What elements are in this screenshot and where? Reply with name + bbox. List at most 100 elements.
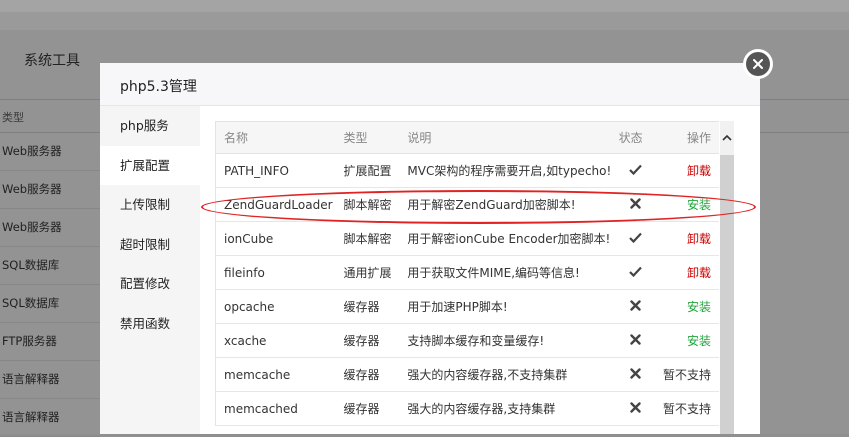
- bg-row: Web服务器: [0, 209, 100, 247]
- ext-type: 扩展配置: [335, 153, 400, 188]
- modal-title: php5.3管理: [120, 79, 197, 95]
- col-name-header: 名称: [214, 121, 336, 154]
- ext-type: 缓存器: [335, 357, 400, 392]
- uninstall-link[interactable]: 卸载: [687, 232, 711, 246]
- ext-desc: 用于获取文件MIME,编码等信息!: [399, 255, 617, 290]
- modal-close-button[interactable]: [743, 49, 773, 79]
- ext-type: 通用扩展: [335, 255, 400, 290]
- uninstall-link[interactable]: 卸载: [687, 266, 711, 280]
- cross-icon: [630, 197, 641, 212]
- cross-icon: [630, 299, 641, 314]
- close-icon: [753, 59, 763, 69]
- table-row: PATH_INFO 扩展配置 MVC架构的程序需要开启,如typecho! 卸载: [214, 153, 719, 188]
- ext-op: 暂不支持: [654, 357, 719, 392]
- ext-name: memcache: [214, 357, 336, 392]
- table-row: memcache 缓存器 强大的内容缓存器,不支持集群 暂不支持: [214, 357, 719, 392]
- bg-row: FTP服务器: [0, 323, 100, 361]
- bg-row: 语言解释器: [0, 361, 100, 399]
- ext-desc: 强大的内容缓存器,支持集群: [399, 391, 617, 426]
- ext-type: 缓存器: [335, 323, 400, 358]
- table-row: memcached 缓存器 强大的内容缓存器,支持集群 暂不支持: [214, 391, 719, 426]
- unsupported-label: 暂不支持: [662, 368, 711, 382]
- table-row: xcache 缓存器 支持脚本缓存和变量缓存! 安装: [214, 323, 719, 358]
- table-row: ionCube 脚本解密 用于解密ionCube Encoder加密脚本! 卸载: [214, 221, 719, 256]
- ext-status: [616, 255, 655, 290]
- cross-icon: [630, 333, 641, 348]
- install-link[interactable]: 安装: [687, 300, 711, 314]
- scrollbar-up-button[interactable]: [720, 121, 734, 155]
- table-row: ZendGuardLoader 脚本解密 用于解密ZendGuard加密脚本! 安装: [214, 187, 719, 222]
- sidebar-item-timeout-limit[interactable]: 超时限制: [100, 225, 200, 265]
- sidebar-item-upload-limit[interactable]: 上传限制: [100, 185, 200, 225]
- modal-sidebar: php服务 扩展配置 上传限制 超时限制 配置修改 禁用函数: [100, 106, 200, 434]
- ext-name: ionCube: [214, 221, 336, 256]
- ext-op: 卸载: [654, 255, 719, 290]
- bg-rows: Web服务器 Web服务器 Web服务器 SQL数据库 SQL数据库 FTP服务…: [0, 133, 100, 437]
- ext-status: [616, 187, 655, 222]
- ext-type: 脚本解密: [335, 187, 400, 222]
- ext-desc: 支持脚本缓存和变量缓存!: [399, 323, 617, 358]
- extensions-table: 名称 类型 说明 状态 操作 PATH_INFO 扩展配置 MVC架构的程序需要开启…: [214, 121, 719, 426]
- ext-name: xcache: [214, 323, 336, 358]
- sidebar-item-disabled-functions[interactable]: 禁用函数: [100, 304, 200, 344]
- php-manage-modal: php5.3管理 php服务 扩展配置 上传限制 超时限制 配置修改 禁用函数 …: [100, 63, 760, 434]
- bg-row: Web服务器: [0, 171, 100, 209]
- col-op-header: 操作: [654, 121, 719, 154]
- ext-status: [616, 357, 655, 392]
- modal-header: php5.3管理: [100, 63, 760, 106]
- ext-type: 脚本解密: [335, 221, 400, 256]
- cross-icon: [630, 367, 641, 382]
- bg-row: SQL数据库: [0, 247, 100, 285]
- ext-status: [616, 323, 655, 358]
- bg-top-bar: [0, 0, 849, 12]
- sidebar-item-php-service[interactable]: php服务: [100, 106, 200, 146]
- ext-op: 安装: [654, 187, 719, 222]
- sidebar-item-extensions[interactable]: 扩展配置: [100, 145, 200, 185]
- extensions-content: 名称 类型 说明 状态 操作 PATH_INFO 扩展配置 MVC架构的程序需要开启…: [214, 121, 735, 434]
- uninstall-link[interactable]: 卸载: [687, 164, 711, 178]
- check-icon: [629, 164, 643, 178]
- ext-type: 缓存器: [335, 391, 400, 426]
- ext-name: memcached: [214, 391, 336, 426]
- unsupported-label: 暂不支持: [662, 402, 711, 416]
- ext-desc: 强大的内容缓存器,不支持集群: [399, 357, 617, 392]
- ext-status: [616, 289, 655, 324]
- chevron-up-icon: [722, 134, 732, 141]
- install-link[interactable]: 安装: [687, 334, 711, 348]
- ext-desc: 用于解密ZendGuard加密脚本!: [399, 187, 617, 222]
- bg-top-bar-2: [0, 12, 849, 30]
- ext-op: 安装: [654, 289, 719, 324]
- ext-status: [616, 153, 655, 188]
- bg-panel-title: 系统工具: [24, 53, 80, 69]
- table-row: opcache 缓存器 用于加速PHP脚本! 安装: [214, 289, 719, 324]
- ext-type: 缓存器: [335, 289, 400, 324]
- table-row: fileinfo 通用扩展 用于获取文件MIME,编码等信息! 卸载: [214, 255, 719, 290]
- sidebar-item-config-edit[interactable]: 配置修改: [100, 264, 200, 304]
- col-status-header: 状态: [616, 121, 655, 154]
- ext-desc: 用于解密ionCube Encoder加密脚本!: [399, 221, 617, 256]
- ext-op: 安装: [654, 323, 719, 358]
- bg-row: Web服务器: [0, 133, 100, 171]
- bg-row: SQL数据库: [0, 285, 100, 323]
- check-icon: [629, 266, 643, 280]
- ext-status: [616, 391, 655, 426]
- ext-status: [616, 221, 655, 256]
- ext-op: 卸载: [654, 221, 719, 256]
- col-type-header: 类型: [335, 121, 400, 154]
- ext-name: ZendGuardLoader: [214, 187, 336, 222]
- install-link[interactable]: 安装: [687, 198, 711, 212]
- table-header-row: 名称 类型 说明 状态 操作: [214, 121, 719, 154]
- cross-icon: [630, 401, 641, 416]
- check-icon: [629, 232, 643, 246]
- ext-desc: MVC架构的程序需要开启,如typecho!: [399, 153, 617, 188]
- ext-desc: 用于加速PHP脚本!: [399, 289, 617, 324]
- col-desc-header: 说明: [399, 121, 617, 154]
- bg-column-label: 类型: [2, 111, 24, 124]
- ext-name: opcache: [214, 289, 336, 324]
- ext-op: 卸载: [654, 153, 719, 188]
- close-button-bg: [746, 52, 770, 76]
- scrollbar-track[interactable]: [720, 130, 734, 434]
- ext-op: 暂不支持: [654, 391, 719, 426]
- bg-row: 语言解释器: [0, 399, 100, 437]
- ext-name: fileinfo: [214, 255, 336, 290]
